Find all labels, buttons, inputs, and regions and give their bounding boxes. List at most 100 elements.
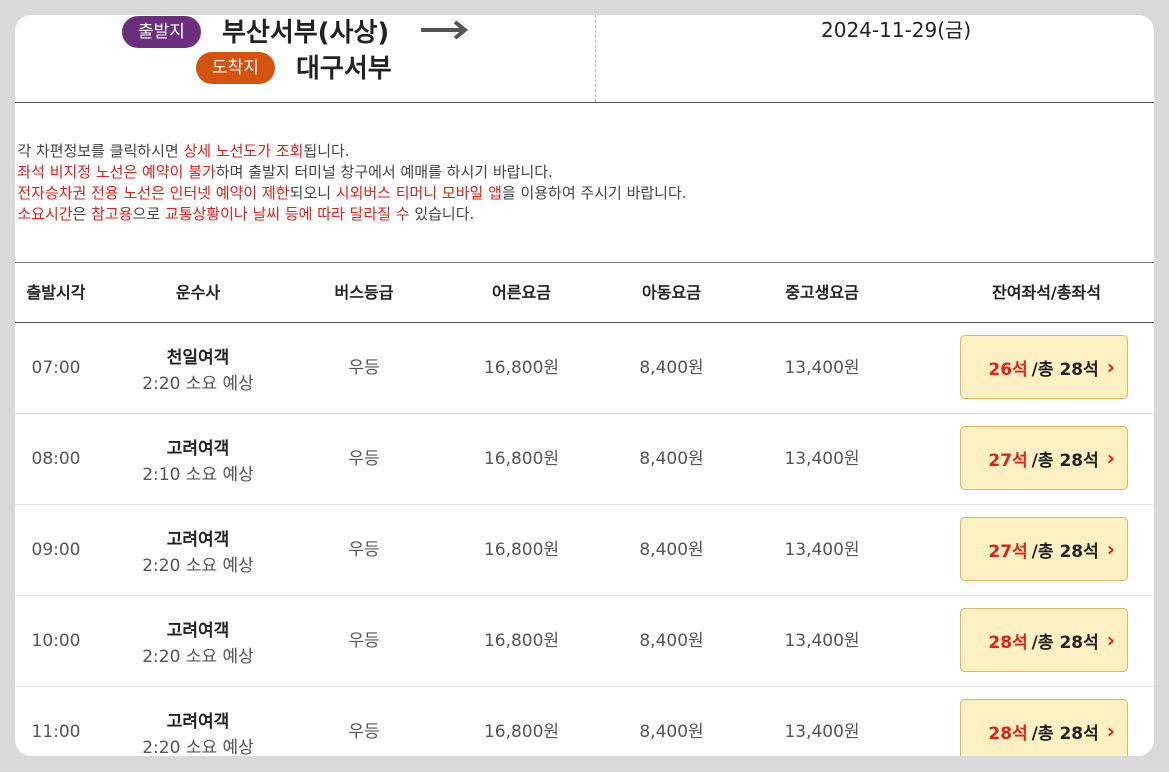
chevron-right-icon: › [1106, 446, 1115, 470]
departure-time: 07:00 [31, 358, 81, 378]
notice-line: ※ 좌석 비지정 노선은 예약이 불가하며 출발지 터미널 창구에서 예매를 하… [15, 162, 687, 183]
notice-text: 으로 [132, 205, 165, 223]
seat-select-button[interactable]: 27석/총 28석 › [960, 426, 1128, 490]
travel-duration: 2:20 소요 예상 [142, 374, 254, 394]
operator-cell: 천일여객 2:20 소요 예상 [112, 323, 284, 413]
adult-fare: 16,800원 [483, 540, 560, 560]
operator-name: 고려여객 [166, 621, 230, 641]
teen-fare: 13,400원 [784, 631, 860, 651]
notice-line: ※ 각 차편정보를 클릭하시면 상세 노선도가 조회됩니다. [15, 141, 687, 162]
header-bus-grade: 버스등급 [334, 283, 394, 302]
operator-name: 고려여객 [166, 712, 230, 732]
table-body: 07:00 천일여객 2:20 소요 예상 우등 16,800원 8,400원 13,400… [15, 323, 1154, 756]
notice-text: 됩니다. [303, 142, 350, 160]
header-seats: 잔여좌석/총좌석 [992, 283, 1101, 302]
departure-date: 2024-11-29(금) [821, 18, 972, 42]
bus-grade: 우등 [348, 358, 380, 378]
travel-duration: 2:20 소요 예상 [142, 647, 254, 667]
remaining-seats: 26석 [988, 359, 1028, 380]
remaining-seats: 27석 [988, 450, 1028, 471]
total-seats: /총 28석 [1031, 541, 1099, 562]
adult-fare: 16,800원 [483, 631, 560, 651]
remaining-seats: 27석 [988, 541, 1028, 562]
operator-cell: 고려여객 2:20 소요 예상 [112, 505, 284, 595]
child-fare: 8,400원 [639, 631, 704, 651]
seat-select-button[interactable]: 27석/총 28석 › [960, 517, 1128, 581]
route-header: 출발지 부산서부(사상) 도착지 대구서부 2024-11-29(금) [15, 15, 1154, 103]
teen-fare: 13,400원 [784, 540, 860, 560]
departure-badge: 출발지 [122, 16, 201, 48]
header-operator: 운수사 [175, 283, 221, 302]
operator-cell: 고려여객 2:10 소요 예상 [112, 414, 284, 504]
table-row[interactable]: 09:00 고려여객 2:20 소요 예상 우등 16,800원 8,400원 13,400… [15, 505, 1154, 596]
notice-text: 을 이용하여 주시기 바랍니다. [501, 184, 687, 202]
total-seats: /총 28석 [1031, 632, 1099, 653]
departure-time: 09:00 [31, 540, 81, 560]
child-fare: 8,400원 [639, 449, 704, 469]
notice-highlight: 좌석 비지정 노선은 예약이 불가 [17, 163, 216, 181]
arrow-right-icon [421, 20, 469, 40]
notice-highlight: 참고용 [91, 205, 133, 223]
teen-fare: 13,400원 [784, 722, 860, 742]
table-row[interactable]: 10:00 고려여객 2:20 소요 예상 우등 16,800원 8,400원 13,400… [15, 596, 1154, 687]
child-fare: 8,400원 [639, 358, 704, 378]
remaining-seats: 28석 [988, 632, 1028, 653]
notice-line: ※ 전자승차권 전용 노선은 인터넷 예약이 제한되오니 시외버스 티머니 모바… [15, 183, 687, 204]
adult-fare: 16,800원 [483, 722, 560, 742]
teen-fare: 13,400원 [784, 358, 860, 378]
operator-name: 고려여객 [166, 439, 230, 459]
child-fare: 8,400원 [639, 722, 704, 742]
remaining-seats: 28석 [988, 723, 1028, 744]
departure-time: 10:00 [31, 631, 81, 651]
table-row[interactable]: 08:00 고려여객 2:10 소요 예상 우등 16,800원 8,400원 13,400… [15, 414, 1154, 505]
schedule-table: 출발시각 운수사 버스등급 어른요금 아동요금 중고생요금 잔여좌석/총좌석 0… [15, 262, 1154, 756]
notice-text: 되오니 [289, 184, 336, 202]
operator-name: 천일여객 [166, 348, 230, 368]
bus-grade: 우등 [348, 540, 380, 560]
bus-grade: 우등 [348, 631, 380, 651]
chevron-right-icon: › [1106, 628, 1115, 652]
notice-highlight: 시외버스 티머니 모바일 앱 [335, 184, 502, 202]
seat-select-button[interactable]: 28석/총 28석 › [960, 608, 1128, 672]
notice-line: ※ 소요시간은 참고용으로 교통상황이나 날씨 등에 따라 달라질 수 있습니다… [15, 204, 687, 225]
notice-text: ※ 각 차편정보를 클릭하시면 [15, 142, 184, 160]
arrival-terminal: 대구서부 [296, 54, 392, 84]
total-seats: /총 28석 [1031, 450, 1099, 471]
notice-text: 있습니다. [409, 205, 475, 223]
chevron-right-icon: › [1106, 537, 1115, 561]
chevron-right-icon: › [1106, 355, 1115, 379]
header-departure-time: 출발시각 [26, 283, 86, 302]
header-divider [595, 15, 596, 102]
child-fare: 8,400원 [639, 540, 704, 560]
table-row[interactable]: 11:00 고려여객 2:20 소요 예상 우등 16,800원 8,400원 13,400… [15, 687, 1154, 756]
departure-time: 11:00 [31, 722, 81, 742]
departure-time: 08:00 [31, 449, 81, 469]
total-seats: /총 28석 [1031, 723, 1099, 744]
notice-highlight: 소요시간 [17, 205, 73, 223]
arrival-badge: 도착지 [196, 52, 275, 84]
bus-grade: 우등 [348, 449, 380, 469]
notice-text: 은 [72, 205, 92, 223]
notice-text: 하며 출발지 터미널 창구에서 예매를 하시기 바랍니다. [215, 163, 553, 181]
travel-duration: 2:20 소요 예상 [142, 556, 254, 576]
travel-duration: 2:20 소요 예상 [142, 738, 254, 756]
header-teen-fare: 중고생요금 [785, 283, 859, 302]
seat-select-button[interactable]: 26석/총 28석 › [960, 335, 1128, 399]
adult-fare: 16,800원 [483, 358, 560, 378]
operator-cell: 고려여객 2:20 소요 예상 [112, 687, 284, 756]
travel-duration: 2:10 소요 예상 [142, 465, 254, 485]
header-adult-fare: 어른요금 [492, 283, 551, 302]
teen-fare: 13,400원 [784, 449, 860, 469]
table-header: 출발시각 운수사 버스등급 어른요금 아동요금 중고생요금 잔여좌석/총좌석 [15, 262, 1154, 323]
header-child-fare: 아동요금 [642, 283, 701, 302]
operator-cell: 고려여객 2:20 소요 예상 [112, 596, 284, 686]
table-row[interactable]: 07:00 천일여객 2:20 소요 예상 우등 16,800원 8,400원 13,400… [15, 323, 1154, 414]
notice-highlight: 교통상황이나 날씨 등에 따라 달라질 수 [164, 205, 410, 223]
notice-highlight: 상세 노선도가 조회 [183, 142, 304, 160]
timetable-card: 출발지 부산서부(사상) 도착지 대구서부 2024-11-29(금) ※ 각 … [15, 15, 1154, 756]
seat-select-button[interactable]: 28석/총 28석 › [960, 699, 1128, 756]
total-seats: /총 28석 [1031, 359, 1099, 380]
adult-fare: 16,800원 [483, 449, 560, 469]
chevron-right-icon: › [1106, 719, 1115, 743]
departure-terminal: 부산서부(사상) [222, 18, 390, 48]
